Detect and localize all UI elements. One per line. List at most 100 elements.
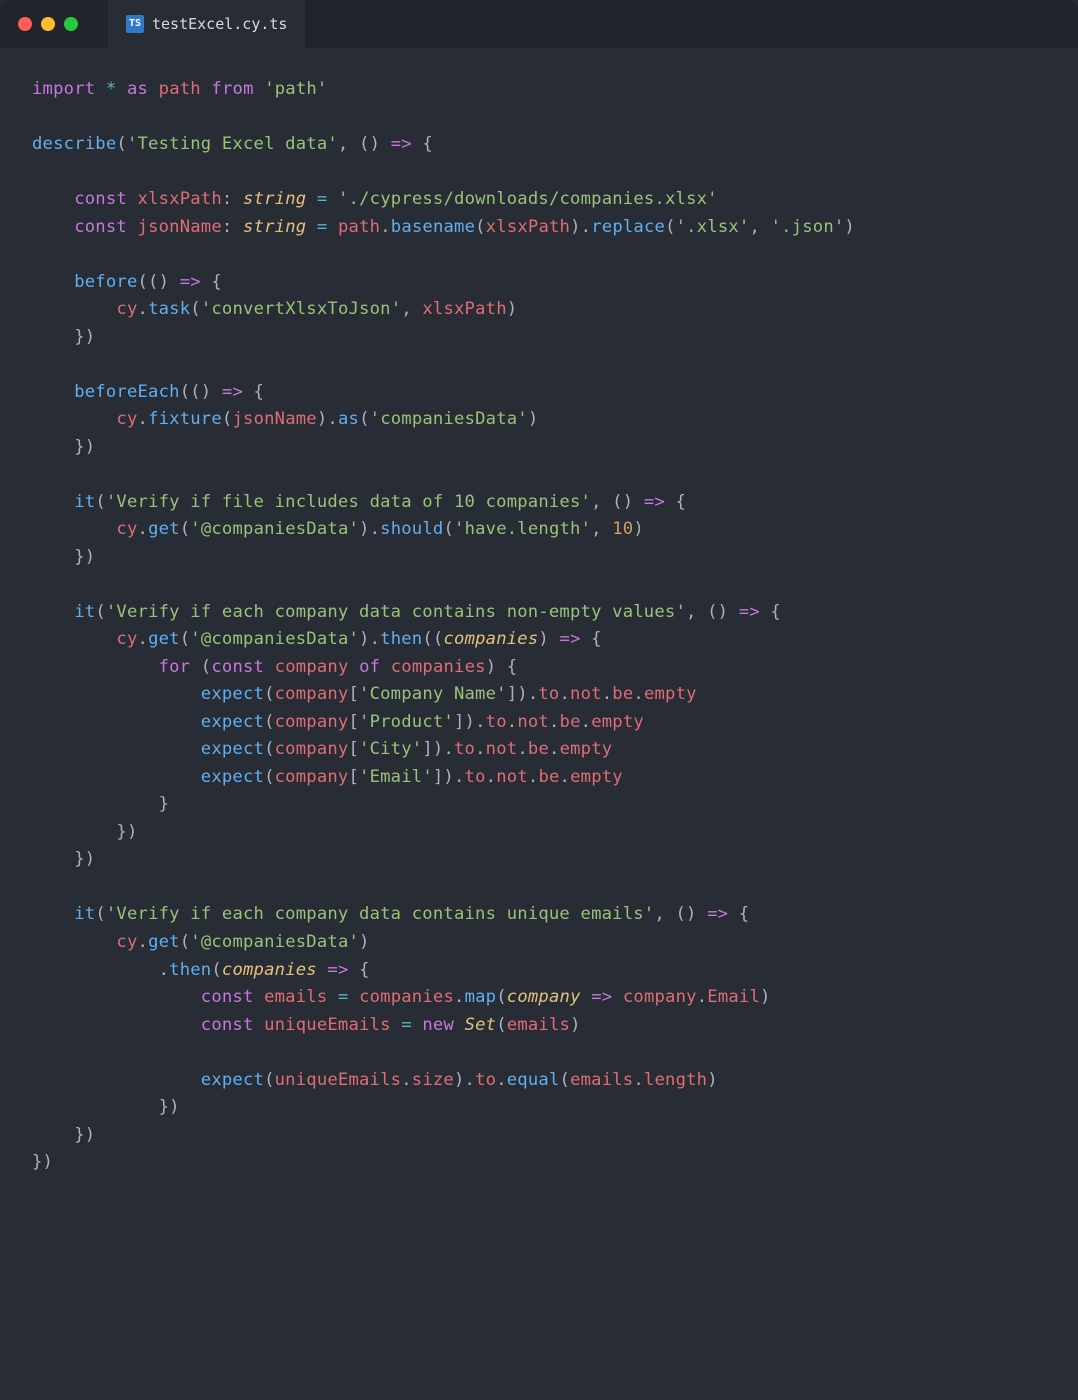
code-token: const	[74, 217, 127, 237]
code-token: empty	[644, 684, 697, 704]
code-token: =>	[327, 960, 348, 980]
code-token: not	[570, 684, 602, 704]
code-token: (	[264, 684, 275, 704]
code-token: company	[507, 987, 581, 1007]
code-token: 'companiesData'	[370, 409, 528, 429]
code-editor[interactable]: import * as path from 'path' describe('T…	[0, 48, 1078, 1205]
code-token: (()	[138, 272, 180, 292]
code-token: , ()	[654, 904, 707, 924]
code-token: .	[528, 684, 539, 704]
code-token: jsonName	[138, 217, 222, 237]
code-token: .	[454, 987, 465, 1007]
file-tab[interactable]: TS testExcel.cy.ts	[108, 0, 305, 48]
code-token: '.json'	[771, 217, 845, 237]
code-token: cy	[116, 629, 137, 649]
code-token: length	[644, 1070, 707, 1090]
code-token: ).	[317, 409, 338, 429]
code-token: .	[475, 739, 486, 759]
code-token: be	[560, 712, 581, 732]
code-token: get	[148, 932, 180, 952]
code-token: expect	[201, 684, 264, 704]
code-token: ).	[570, 217, 591, 237]
code-token: (	[560, 1070, 571, 1090]
code-token: string	[243, 217, 306, 237]
code-token: get	[148, 519, 180, 539]
code-token: :	[222, 189, 243, 209]
code-token: [	[348, 767, 359, 787]
code-token: ).	[359, 519, 380, 539]
code-token: then	[380, 629, 422, 649]
code-token: it	[74, 492, 95, 512]
close-window-button[interactable]	[18, 17, 32, 31]
code-token: expect	[201, 767, 264, 787]
code-token: =>	[591, 987, 612, 1007]
maximize-window-button[interactable]	[64, 17, 78, 31]
code-token: , ()	[591, 492, 644, 512]
code-token: to	[538, 684, 559, 704]
code-token: [	[348, 712, 359, 732]
code-token: cy	[116, 299, 137, 319]
code-token: get	[148, 629, 180, 649]
code-token: .	[602, 684, 613, 704]
code-token: 'have.length'	[454, 519, 591, 539]
code-token: it	[74, 602, 95, 622]
code-token: (	[496, 1015, 507, 1035]
code-token: basename	[391, 217, 475, 237]
code-token: (	[443, 519, 454, 539]
code-token: company	[623, 987, 697, 1007]
code-token: ).	[359, 629, 380, 649]
code-token: company	[275, 767, 349, 787]
code-token: 'City'	[359, 739, 422, 759]
code-token: from	[211, 79, 253, 99]
code-token: .	[138, 629, 149, 649]
code-token: uniqueEmails	[275, 1070, 402, 1090]
code-token: =>	[391, 134, 412, 154]
code-token: companies	[359, 987, 454, 1007]
code-token: path	[159, 79, 201, 99]
code-token: Set	[465, 1015, 497, 1035]
code-token: 'Product'	[359, 712, 454, 732]
code-token: (	[190, 299, 201, 319]
code-token: const	[211, 657, 264, 677]
code-token: xlsxPath	[486, 217, 570, 237]
code-token: beforeEach	[74, 382, 179, 402]
code-token: 'Verify if file includes data of 10 comp…	[106, 492, 591, 512]
code-token: ])	[507, 684, 528, 704]
code-token: emails	[570, 1070, 633, 1090]
code-token: (	[211, 960, 222, 980]
code-token: (	[201, 657, 212, 677]
code-token: .	[486, 767, 497, 787]
code-token: =>	[739, 602, 760, 622]
code-token: .	[560, 767, 571, 787]
code-token: {	[243, 382, 264, 402]
code-token: it	[74, 904, 95, 924]
code-token: const	[74, 189, 127, 209]
titlebar: TS testExcel.cy.ts	[0, 0, 1078, 48]
code-token: jsonName	[232, 409, 316, 429]
code-token: empty	[560, 739, 613, 759]
minimize-window-button[interactable]	[41, 17, 55, 31]
code-token: =>	[180, 272, 201, 292]
code-token: import	[32, 79, 95, 99]
code-token: (	[95, 904, 106, 924]
code-token: 'path'	[264, 79, 327, 99]
code-token: .	[401, 1070, 412, 1090]
code-token: 'convertXlsxToJson'	[201, 299, 401, 319]
code-token: map	[465, 987, 497, 1007]
code-token: .	[380, 217, 391, 237]
code-token: 10	[612, 519, 633, 539]
code-token: companies	[222, 960, 317, 980]
code-token: Email	[707, 987, 760, 1007]
code-token: .	[581, 712, 592, 732]
code-token: (	[222, 409, 233, 429]
code-token: .	[475, 712, 486, 732]
code-token: to	[465, 767, 486, 787]
code-token: to	[475, 1070, 496, 1090]
code-token: (	[475, 217, 486, 237]
code-token: {	[665, 492, 686, 512]
code-token: )	[760, 987, 771, 1007]
code-token: *	[106, 79, 117, 99]
code-token: as	[127, 79, 148, 99]
code-token: {	[349, 960, 370, 980]
code-token: (	[264, 739, 275, 759]
